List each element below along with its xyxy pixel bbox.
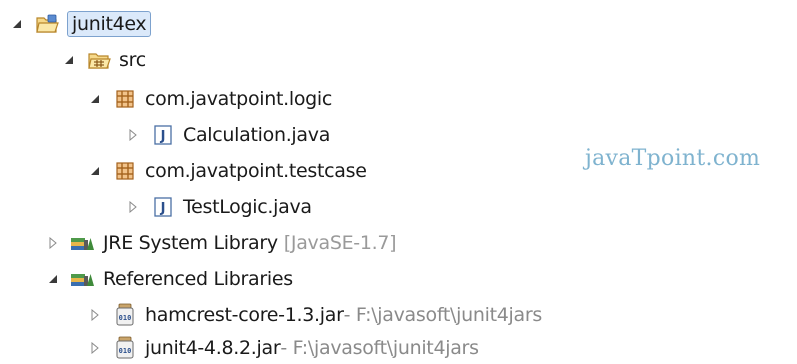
testlogic-java-label: TestLogic.java [183,196,312,218]
svg-text:010: 010 [119,347,132,355]
junit-jar-path: - F:\javasoft\junit4jars [280,337,479,359]
expanded-triangle-icon[interactable] [86,155,104,187]
tree-item-testlogic-java[interactable]: J TestLogic.java [124,191,312,223]
library-icon [70,266,96,292]
jar-icon: 010 [112,302,138,328]
junit-jar-label: junit4-4.8.2.jar [145,337,281,359]
tree-item-referenced-libraries[interactable]: Referenced Libraries [44,263,293,295]
svg-text:J: J [160,129,166,144]
hamcrest-jar-label: hamcrest-core-1.3.jar [145,304,344,326]
expanded-triangle-icon[interactable] [44,263,62,295]
expanded-triangle-icon[interactable] [60,44,78,76]
java-file-icon: J [150,122,176,148]
hamcrest-jar-path: - F:\javasoft\junit4jars [343,304,543,326]
watermark: javaTpoint.com [585,146,761,171]
tree-item-package-logic[interactable]: com.javatpoint.logic [86,83,332,115]
svg-text:J: J [160,201,166,216]
jre-library-label: JRE System Library [103,232,278,254]
tree-item-junit-jar[interactable]: 010 junit4-4.8.2.jar - F:\javasoft\junit… [86,332,479,364]
package-icon [112,158,138,184]
expanded-triangle-icon[interactable] [8,8,26,40]
svg-text:010: 010 [119,314,132,322]
tree-item-calculation-java[interactable]: J Calculation.java [124,119,330,151]
package-testcase-label: com.javatpoint.testcase [145,160,367,182]
collapsed-triangle-icon[interactable] [86,332,104,364]
collapsed-triangle-icon[interactable] [124,119,142,151]
project-folder-icon [34,11,60,37]
jar-icon: 010 [112,335,138,361]
collapsed-triangle-icon[interactable] [86,299,104,331]
source-folder-icon [86,47,112,73]
expanded-triangle-icon[interactable] [86,83,104,115]
package-logic-label: com.javatpoint.logic [145,88,333,110]
src-label: src [119,49,146,71]
tree-item-jre-system-library[interactable]: JRE System Library [JavaSE-1.7] [44,227,397,259]
jre-version-decoration: [JavaSE-1.7] [283,232,397,254]
calculation-java-label: Calculation.java [183,124,331,146]
library-icon [70,230,96,256]
tree-item-project[interactable]: junit4ex [8,8,152,40]
java-file-icon: J [150,194,176,220]
collapsed-triangle-icon[interactable] [44,227,62,259]
project-label: junit4ex [67,11,152,37]
tree-item-package-testcase[interactable]: com.javatpoint.testcase [86,155,367,187]
tree-item-hamcrest-jar[interactable]: 010 hamcrest-core-1.3.jar - F:\javasoft\… [86,299,542,331]
package-icon [112,86,138,112]
tree-item-src[interactable]: src [60,44,146,76]
collapsed-triangle-icon[interactable] [124,191,142,223]
referenced-libraries-label: Referenced Libraries [103,268,293,290]
